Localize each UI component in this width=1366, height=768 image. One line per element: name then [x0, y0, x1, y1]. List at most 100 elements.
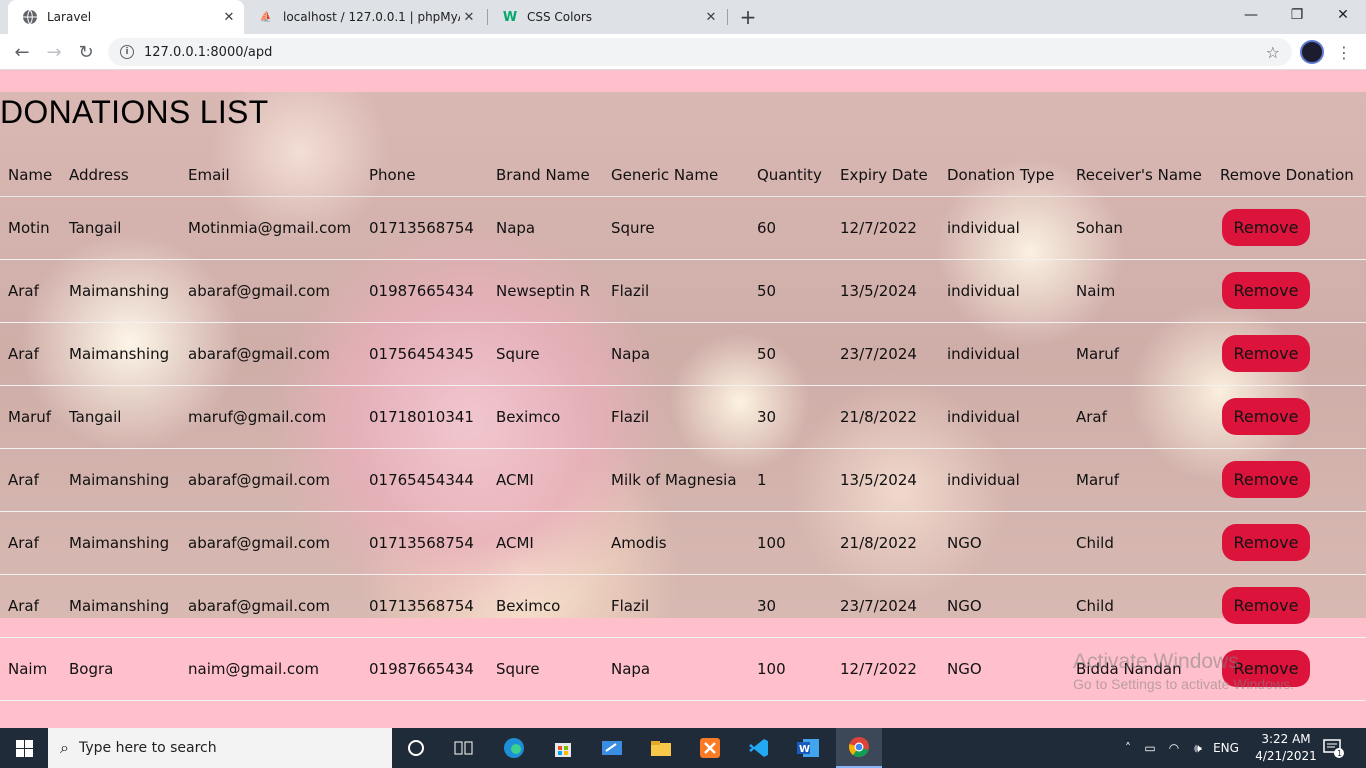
cell-quantity: 1 [749, 448, 832, 512]
table-row: Naim Bogra naim@gmail.com 01987665434 Squre N… [0, 637, 1366, 701]
cell-action: Remove [1212, 511, 1366, 575]
store-icon[interactable] [543, 732, 583, 764]
svg-text:1: 1 [1337, 749, 1342, 758]
system-tray: ˄ ▭ ◠ 🕪 ENG [1118, 728, 1242, 768]
wifi-icon[interactable]: ◠ [1162, 741, 1186, 755]
remove-button[interactable]: Remove [1222, 587, 1310, 624]
remote-desktop-icon[interactable] [592, 732, 632, 764]
cell-brand: Squre [488, 322, 603, 386]
taskbar-search[interactable]: ⌕ Type here to search [48, 728, 392, 768]
cell-expiry: 21/8/2022 [832, 385, 939, 449]
cell-phone: 01713568754 [361, 574, 488, 638]
column-header: Donation Type [939, 154, 1068, 197]
vscode-icon[interactable] [739, 732, 779, 764]
chevron-up-icon[interactable]: ˄ [1118, 741, 1138, 755]
cell-brand: Newseptin R [488, 259, 603, 323]
notification-center-icon[interactable]: 1 [1322, 738, 1346, 758]
windows-logo-icon [15, 739, 33, 757]
cell-expiry: 13/5/2024 [832, 448, 939, 512]
cell-address: Maimanshing [61, 574, 180, 638]
menu-kebab-icon[interactable]: ⋮ [1334, 40, 1354, 64]
cell-type: individual [939, 196, 1068, 260]
restore-button[interactable]: ❐ [1274, 0, 1320, 30]
close-window-button[interactable]: ✕ [1320, 0, 1366, 30]
tab-phpmyadmin[interactable]: ⛵ localhost / 127.0.0.1 | phpMyAdm ✕ [244, 0, 484, 34]
remove-button[interactable]: Remove [1222, 650, 1310, 687]
profile-avatar[interactable] [1300, 40, 1324, 64]
cell-receiver: Araf [1068, 385, 1212, 449]
cell-address: Maimanshing [61, 511, 180, 575]
word-icon[interactable]: W [788, 732, 828, 764]
start-button[interactable] [0, 728, 48, 768]
cell-name: Araf [0, 259, 61, 323]
table-row: Araf Maimanshing abaraf@gmail.com 017564543… [0, 322, 1366, 386]
cell-generic: Flazil [603, 259, 749, 323]
globe-icon [22, 9, 38, 25]
remove-button[interactable]: Remove [1222, 335, 1310, 372]
cell-email: abaraf@gmail.com [180, 448, 361, 512]
cell-generic: Napa [603, 322, 749, 386]
xampp-icon[interactable] [690, 732, 730, 764]
cell-action: Remove [1212, 385, 1366, 449]
cell-quantity: 30 [749, 385, 832, 449]
cell-phone: 01713568754 [361, 196, 488, 260]
cell-name: Araf [0, 574, 61, 638]
cell-brand: Squre [488, 637, 603, 701]
clock[interactable]: 3:22 AM 4/21/2021 [1254, 731, 1318, 765]
chrome-icon[interactable] [836, 728, 882, 768]
tab-laravel[interactable]: Laravel ✕ [8, 0, 244, 34]
cell-generic: Squre [603, 196, 749, 260]
close-tab-icon[interactable]: ✕ [220, 8, 238, 26]
cell-phone: 01987665434 [361, 637, 488, 701]
cell-receiver: Maruf [1068, 322, 1212, 386]
search-icon: ⌕ [60, 738, 69, 757]
new-tab-button[interactable]: + [736, 5, 760, 29]
cell-expiry: 23/7/2024 [832, 574, 939, 638]
cell-action: Remove [1212, 196, 1366, 260]
table-row: Araf Maimanshing abaraf@gmail.com 017135687… [0, 574, 1366, 638]
battery-icon[interactable]: ▭ [1138, 741, 1162, 755]
cell-quantity: 100 [749, 511, 832, 575]
task-view-icon[interactable] [444, 732, 484, 764]
cell-action: Remove [1212, 322, 1366, 386]
cell-phone: 01765454344 [361, 448, 488, 512]
remove-button[interactable]: Remove [1222, 272, 1310, 309]
close-tab-icon[interactable]: ✕ [460, 8, 478, 26]
cell-generic: Flazil [603, 574, 749, 638]
cell-generic: Napa [603, 637, 749, 701]
remove-button[interactable]: Remove [1222, 461, 1310, 498]
info-icon[interactable]: i [120, 45, 134, 59]
w3schools-icon: W [502, 9, 518, 25]
cell-receiver: Sohan [1068, 196, 1212, 260]
column-header: Address [61, 154, 180, 197]
column-header: Expiry Date [832, 154, 939, 197]
remove-button[interactable]: Remove [1222, 524, 1310, 561]
cell-phone: 01718010341 [361, 385, 488, 449]
table-row: Araf Maimanshing abaraf@gmail.com 019876654… [0, 259, 1366, 323]
url-text[interactable]: 127.0.0.1:8000/apd [144, 45, 1266, 60]
bookmark-star-icon[interactable]: ☆ [1266, 43, 1280, 62]
close-tab-icon[interactable]: ✕ [702, 8, 720, 26]
minimize-button[interactable]: — [1228, 0, 1274, 30]
remove-button[interactable]: Remove [1222, 209, 1310, 246]
cell-email: Motinmia@gmail.com [180, 196, 361, 260]
tab-css-colors[interactable]: W CSS Colors ✕ [488, 0, 726, 34]
remove-button[interactable]: Remove [1222, 398, 1310, 435]
address-bar[interactable]: i 127.0.0.1:8000/apd ☆ [108, 38, 1292, 66]
forward-arrow-icon[interactable]: → [40, 38, 68, 66]
cell-name: Naim [0, 637, 61, 701]
volume-icon[interactable]: 🕪 [1186, 741, 1210, 756]
cell-name: Araf [0, 322, 61, 386]
cortana-icon[interactable] [396, 732, 436, 764]
file-explorer-icon[interactable] [641, 732, 681, 764]
cell-quantity: 50 [749, 259, 832, 323]
reload-icon[interactable]: ↻ [72, 38, 100, 66]
search-placeholder: Type here to search [78, 740, 217, 756]
page-content: DONATIONS LIST Name Address Email Phone Bran… [0, 70, 1366, 728]
back-arrow-icon[interactable]: ← [8, 38, 36, 66]
cell-quantity: 50 [749, 322, 832, 386]
edge-icon[interactable] [494, 732, 534, 764]
cell-quantity: 30 [749, 574, 832, 638]
language-indicator[interactable]: ENG [1210, 741, 1242, 755]
cell-address: Maimanshing [61, 448, 180, 512]
